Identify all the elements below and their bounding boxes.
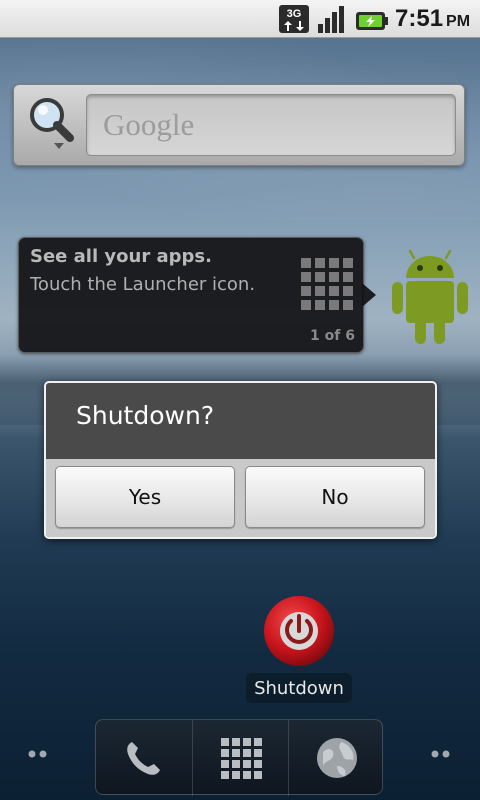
- page-indicator-left-icon[interactable]: [27, 749, 49, 759]
- dock-browser[interactable]: [288, 720, 384, 796]
- tip-text: Touch the Launcher icon.: [30, 274, 256, 295]
- android-robot-icon: [392, 249, 468, 344]
- google-search-widget[interactable]: Google: [13, 84, 465, 166]
- page-indicator-right-icon[interactable]: [430, 749, 452, 759]
- dock-phone[interactable]: [96, 720, 192, 796]
- tip-page-indicator: 1 of 6: [310, 328, 355, 344]
- dialog-button-bar: Yes No: [46, 459, 435, 537]
- no-button[interactable]: No: [245, 466, 425, 528]
- browser-globe-icon[interactable]: [315, 736, 359, 780]
- clock-time: 7:51: [395, 5, 444, 32]
- yes-button[interactable]: Yes: [55, 466, 235, 528]
- launcher-grid-icon[interactable]: [219, 736, 263, 780]
- dock: [95, 719, 384, 796]
- shutdown-shortcut-label[interactable]: Shutdown: [246, 673, 352, 703]
- search-input[interactable]: Google: [86, 94, 456, 156]
- phone-icon[interactable]: [122, 736, 166, 780]
- status-bar: 3G 7:51 PM: [0, 0, 480, 38]
- svg-text:3G: 3G: [287, 8, 302, 20]
- clock-ampm: PM: [446, 13, 471, 30]
- launcher-tip-bubble: See all your apps. Touch the Launcher ic…: [18, 237, 364, 353]
- launcher-grid-icon: [301, 258, 353, 310]
- 3g-data-icon: 3G: [279, 5, 309, 33]
- battery-charging-icon: [356, 12, 388, 30]
- signal-strength-icon: [318, 6, 344, 33]
- shutdown-dialog: Shutdown? Yes No: [44, 381, 437, 539]
- clock: 7:51 PM: [395, 5, 470, 33]
- tip-pointer: [362, 283, 376, 307]
- dialog-title: Shutdown?: [76, 401, 215, 430]
- dock-launcher[interactable]: [192, 720, 288, 796]
- tip-title: See all your apps.: [30, 246, 212, 267]
- search-icon[interactable]: [26, 95, 78, 151]
- power-icon[interactable]: [262, 594, 336, 668]
- search-placeholder: Google: [103, 107, 195, 142]
